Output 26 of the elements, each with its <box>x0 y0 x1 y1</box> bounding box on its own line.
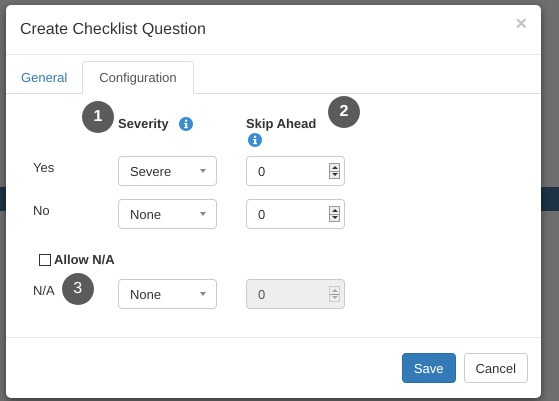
checkbox[interactable] <box>39 254 51 266</box>
step-badge: 1 <box>82 101 114 133</box>
tab[interactable]: General <box>6 61 82 94</box>
column-heading: Severity <box>118 116 169 131</box>
number-field[interactable]: 0 <box>246 199 345 229</box>
checkbox-label: Allow N/A <box>54 252 115 267</box>
row-label: No <box>33 202 50 218</box>
dialog-title: Create Checklist Question <box>20 20 206 38</box>
caret-icon <box>200 169 206 173</box>
save-button[interactable]: Save <box>402 353 456 383</box>
caret-icon <box>200 292 206 296</box>
row-label: N/A <box>33 282 55 298</box>
severity-select[interactable]: None <box>118 199 217 229</box>
spinner-icon[interactable] <box>329 163 340 179</box>
info-icon[interactable] <box>178 116 193 130</box>
caret-icon <box>200 212 206 216</box>
step-badge: 2 <box>328 96 360 128</box>
column-heading: Skip Ahead <box>246 116 316 131</box>
info-icon[interactable] <box>248 133 262 147</box>
row-label: Yes <box>33 159 54 175</box>
severity-select[interactable]: Severe <box>118 156 217 186</box>
spinner-icon[interactable] <box>329 206 340 222</box>
cancel-button[interactable]: Cancel <box>464 353 528 383</box>
tab[interactable]: Configuration <box>82 61 194 94</box>
number-field[interactable]: 0 <box>246 156 345 186</box>
step-badge: 3 <box>62 273 94 305</box>
